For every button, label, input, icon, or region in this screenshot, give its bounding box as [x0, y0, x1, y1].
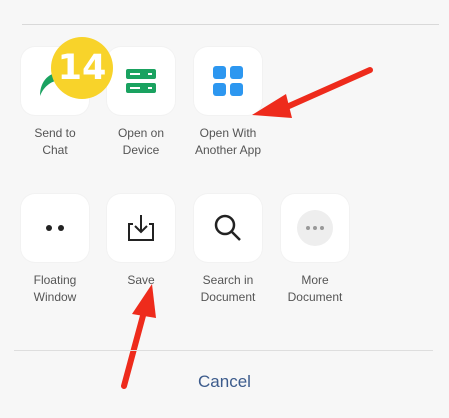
floating-window-label: Floating Window [33, 273, 77, 304]
dots-icon [46, 225, 64, 231]
more-dots-icon [297, 210, 333, 246]
save-tile[interactable] [107, 194, 175, 262]
open-on-device-tile[interactable] [107, 47, 175, 115]
floating-window-button[interactable]: Floating Window [12, 194, 98, 306]
search-in-document-label: Search in Document [200, 273, 256, 304]
more-document-tile[interactable] [281, 194, 349, 262]
send-to-chat-label: Send to Chat [34, 126, 76, 157]
floating-window-tile[interactable] [21, 194, 89, 262]
search-in-document-button[interactable]: Search in Document [185, 194, 271, 306]
more-document-label: More Document [287, 273, 343, 304]
search-icon [214, 214, 241, 241]
device-icon [126, 69, 156, 93]
cancel-button[interactable]: Cancel [0, 372, 449, 392]
open-with-another-app-label: Open With Another App [194, 126, 262, 157]
open-on-device-label: Open on Device [117, 126, 165, 157]
footer-divider [14, 350, 433, 351]
save-button[interactable]: Save [98, 194, 184, 289]
step-number-badge: 14 [51, 37, 113, 99]
more-document-button[interactable]: More Document [272, 194, 358, 306]
search-in-document-tile[interactable] [194, 194, 262, 262]
download-tray-icon [128, 215, 154, 241]
red-arrow-pointer-icon [252, 67, 373, 118]
